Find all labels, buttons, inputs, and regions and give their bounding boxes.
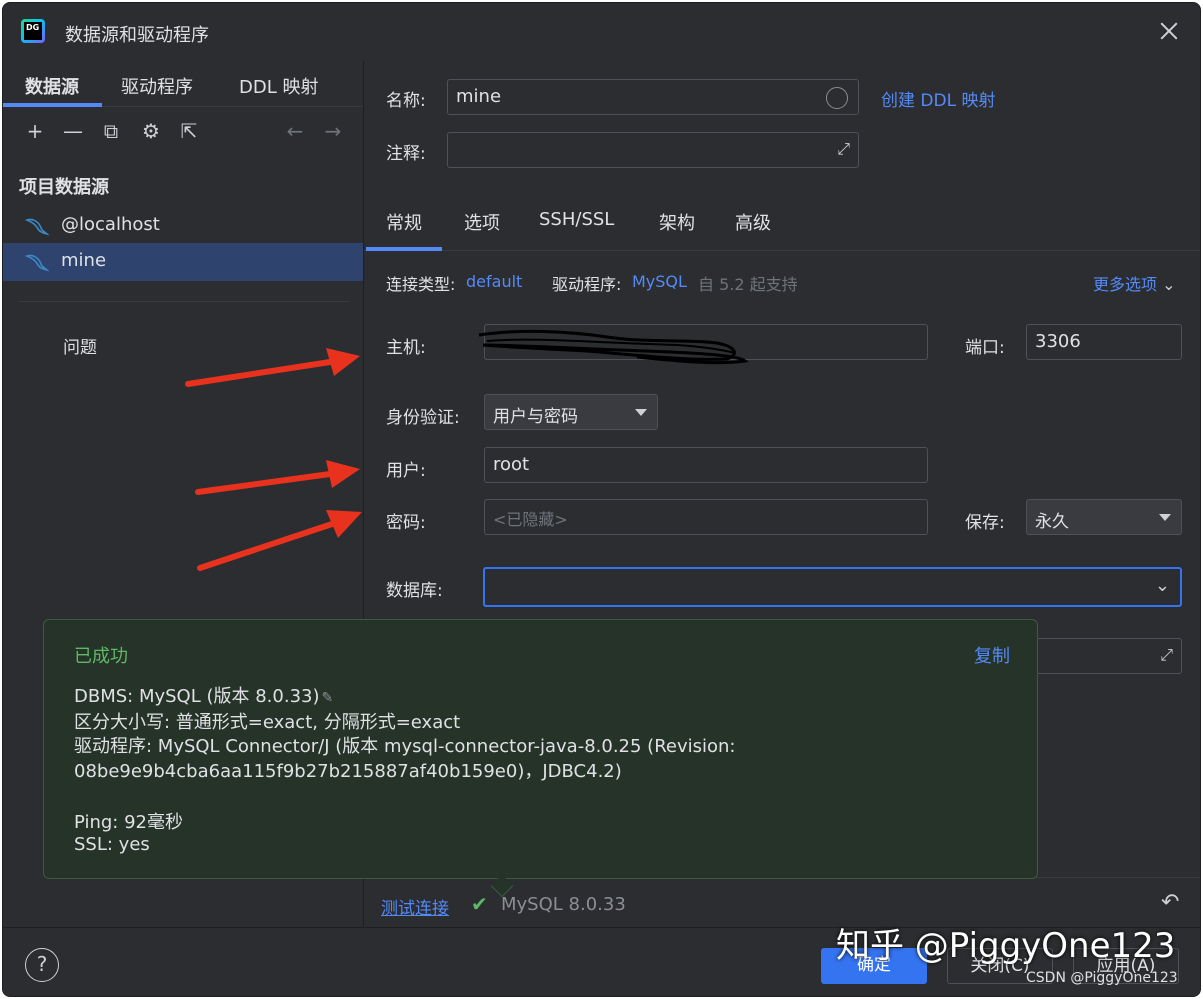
test-result-popup: 已成功 复制 DBMS: MySQL (版本 8.0.33) ✎ 区分大小写: 普… [43, 619, 1038, 898]
save-value: 永久 [1035, 512, 1069, 532]
redaction-scribble [478, 329, 749, 365]
more-options-link[interactable]: 更多选项 ⌄ [1093, 271, 1176, 295]
settings-icon[interactable]: ⚙ [139, 119, 163, 143]
dropdown-arrow-icon [635, 409, 647, 416]
help-icon[interactable]: ? [25, 948, 59, 982]
csdn-watermark: CSDN @PiggyOne123 [1026, 970, 1178, 986]
port-value: 3306 [1035, 331, 1081, 352]
copy-icon[interactable]: ⧉ [99, 119, 123, 143]
connection-type-label: 连接类型: [386, 275, 456, 294]
app-logo-icon: DG [21, 19, 45, 43]
datasource-label: @localhost [61, 214, 160, 235]
settings-tabs: 常规 选项 SSH/SSL 架构 高级 [364, 201, 1200, 251]
driver-label: 驱动程序: [552, 275, 622, 294]
remove-icon[interactable]: — [61, 119, 85, 143]
connection-type-value[interactable]: default [466, 272, 522, 291]
result-line: SSL: yes [74, 834, 150, 855]
result-line: Ping: 92毫秒 [74, 812, 183, 833]
driver-value[interactable]: MySQL [632, 272, 687, 291]
host-label: 主机: [386, 338, 426, 358]
back-arrow-icon[interactable]: ← [283, 119, 307, 143]
project-data-sources-heading: 项目数据源 [19, 177, 109, 198]
mysql-dolphin-icon [25, 218, 49, 236]
test-connection-link[interactable]: 测试连接 [381, 894, 449, 919]
auth-label: 身份验证: [386, 408, 460, 428]
annotation-arrow-user [195, 460, 360, 495]
datasource-item-mine[interactable]: mine [3, 243, 363, 281]
create-ddl-mapping-link[interactable]: 创建 DDL 映射 [881, 86, 995, 111]
name-input[interactable]: mine [447, 79, 859, 115]
dropdown-arrow-icon [1159, 514, 1171, 521]
title-bar: DG 数据源和驱动程序 [3, 3, 1200, 61]
result-line: 08be9e9b4cba6aa115f9b27b215887af40b159e0… [74, 761, 622, 782]
annotation-arrow-host [185, 348, 360, 387]
mysql-dolphin-icon [25, 254, 49, 272]
expand-icon[interactable]: ⤢ [837, 139, 850, 159]
database-select[interactable]: ⌄ [483, 567, 1182, 607]
password-input[interactable]: <已隐藏> [484, 499, 928, 535]
zhihu-watermark: 知乎 @PiggyOne123 [836, 926, 1176, 966]
problems-item[interactable]: 问题 [63, 333, 97, 358]
dbms-line: DBMS: MySQL (版本 8.0.33) [74, 686, 320, 707]
check-icon: ✔ [471, 892, 488, 916]
window-title: 数据源和驱动程序 [65, 25, 209, 46]
user-label: 用户: [386, 461, 426, 481]
driver-note: 自 5.2 起支持 [698, 275, 798, 294]
tab-ssh-ssl[interactable]: SSH/SSL [539, 209, 614, 230]
name-label: 名称: [386, 91, 426, 111]
port-label: 端口: [965, 338, 1005, 358]
app-logo-text: DG [24, 22, 42, 40]
tab-ddl-mappings[interactable]: DDL 映射 [239, 73, 318, 99]
undo-icon[interactable]: ↶ [1161, 890, 1179, 915]
save-label: 保存: [965, 513, 1005, 533]
password-label: 密码: [386, 513, 426, 533]
chevron-down-icon: ⌄ [1154, 575, 1170, 596]
active-tab-underline [366, 247, 442, 251]
success-status: 已成功 [74, 646, 128, 667]
tab-drivers[interactable]: 驱动程序 [121, 73, 193, 99]
auth-value: 用户与密码 [493, 407, 578, 427]
user-value: root [493, 454, 530, 475]
export-icon[interactable]: ⇱ [177, 119, 201, 143]
connection-version: MySQL 8.0.33 [501, 894, 626, 915]
name-value: mine [456, 86, 502, 107]
tab-data-sources[interactable]: 数据源 [25, 73, 79, 99]
color-circle-icon[interactable] [826, 87, 848, 109]
annotation-arrow-password [197, 510, 362, 571]
tab-advanced[interactable]: 高级 [735, 209, 771, 235]
comment-input[interactable]: ⤢ [447, 132, 859, 168]
tab-general[interactable]: 常规 [386, 209, 422, 235]
port-input[interactable]: 3306 [1026, 324, 1182, 360]
forward-arrow-icon[interactable]: → [321, 119, 345, 143]
active-tab-underline [3, 103, 102, 107]
more-options-label: 更多选项 [1093, 275, 1158, 294]
divider [19, 301, 349, 302]
close-icon[interactable] [1157, 19, 1181, 43]
datasource-item-localhost[interactable]: @localhost [3, 207, 363, 245]
save-select[interactable]: 永久 [1026, 499, 1182, 535]
left-tabs: 数据源 驱动程序 DDL 映射 [3, 61, 363, 107]
host-input[interactable] [478, 324, 928, 365]
chevron-down-icon: ⌄ [1162, 275, 1176, 294]
comment-label: 注释: [386, 144, 426, 164]
database-label: 数据库: [386, 581, 443, 601]
result-line: 区分大小写: 普通形式=exact, 分隔形式=exact [74, 712, 461, 733]
datasource-label: mine [61, 250, 107, 271]
dialog-window: DG 数据源和驱动程序 数据源 驱动程序 DDL 映射 + — ⧉ ⚙ ⇱ ← … [2, 2, 1201, 997]
expand-icon[interactable]: ⤢ [1160, 645, 1173, 665]
auth-select[interactable]: 用户与密码 [484, 394, 658, 430]
copy-link[interactable]: 复制 [974, 642, 1010, 668]
password-placeholder: <已隐藏> [493, 510, 568, 529]
result-line: 驱动程序: MySQL Connector/J (版本 mysql-connec… [74, 736, 736, 757]
pencil-icon: ✎ [321, 690, 334, 706]
result-line: DBMS: MySQL (版本 8.0.33) ✎ [74, 682, 333, 708]
user-input[interactable]: root [484, 447, 928, 483]
add-icon[interactable]: + [23, 119, 47, 143]
tab-schemas[interactable]: 架构 [659, 209, 695, 235]
tab-options[interactable]: 选项 [464, 209, 500, 235]
